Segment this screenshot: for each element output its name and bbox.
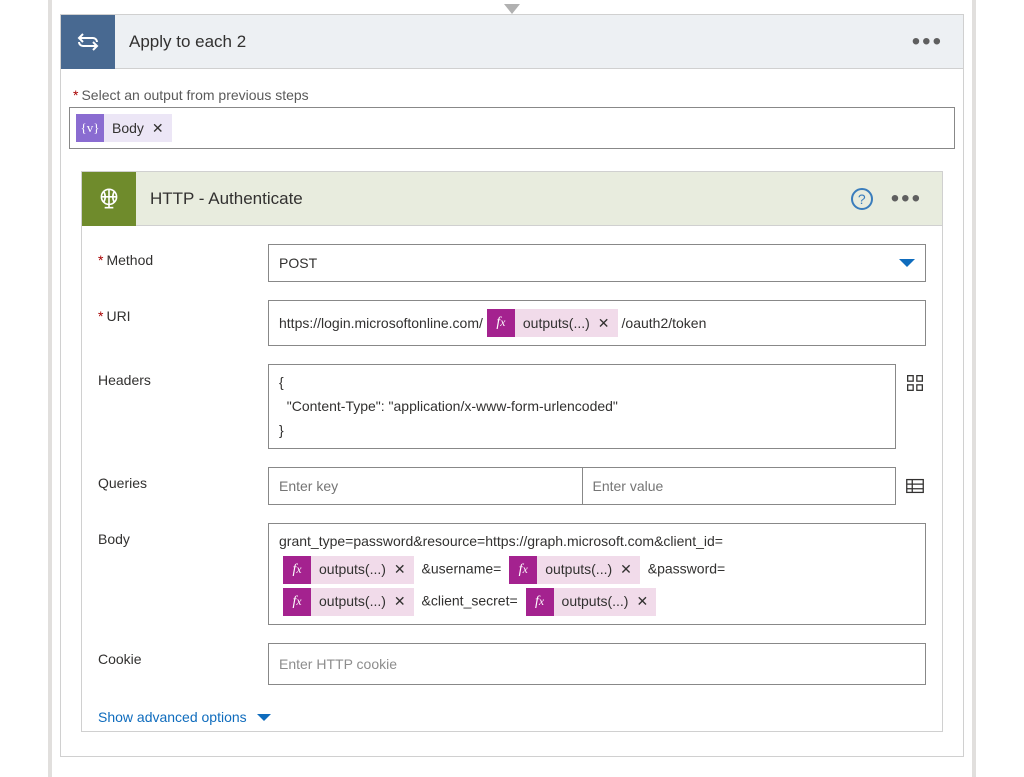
- body-fx-token-username[interactable]: fx outputs(...) ✕: [509, 556, 640, 584]
- headers-input[interactable]: { "Content-Type": "application/x-www-for…: [268, 364, 896, 449]
- http-menu-button[interactable]: •••: [891, 187, 922, 211]
- apply-to-each-card: Apply to each 2 ••• *Select an output fr…: [60, 14, 964, 757]
- fx-remove[interactable]: ✕: [620, 558, 632, 582]
- method-select[interactable]: POST: [268, 244, 926, 282]
- uri-fx-remove[interactable]: ✕: [598, 309, 610, 337]
- fx-icon: fx: [283, 556, 311, 584]
- http-authenticate-header[interactable]: HTTP - Authenticate ? •••: [82, 172, 942, 226]
- dynamic-content-icon: {v}: [76, 114, 104, 142]
- apply-to-each-title: Apply to each 2: [115, 32, 912, 52]
- body-token-label: Body: [112, 120, 144, 136]
- body-seg-username: &username=: [422, 561, 502, 577]
- fx-icon: fx: [509, 556, 537, 584]
- uri-label: *URI: [98, 300, 268, 324]
- queries-value-input[interactable]: [583, 467, 897, 505]
- flow-canvas: Apply to each 2 ••• *Select an output fr…: [0, 0, 1024, 777]
- fx-remove[interactable]: ✕: [394, 558, 406, 582]
- http-authenticate-title: HTTP - Authenticate: [136, 189, 851, 209]
- headers-switch-mode-icon[interactable]: [904, 372, 926, 394]
- http-authenticate-card: HTTP - Authenticate ? ••• *Method POST: [81, 171, 943, 732]
- uri-fx-label: outputs(...): [523, 309, 590, 337]
- method-label: *Method: [98, 244, 268, 268]
- connector-arrow-icon: [504, 4, 520, 14]
- fx-remove[interactable]: ✕: [394, 590, 406, 614]
- body-fx-token-clientid[interactable]: fx outputs(...) ✕: [283, 556, 414, 584]
- cookie-input[interactable]: Enter HTTP cookie: [268, 643, 926, 685]
- uri-suffix-text: /oauth2/token: [622, 309, 707, 337]
- container-border-right: [972, 0, 976, 777]
- body-input[interactable]: grant_type=password&resource=https://gra…: [268, 523, 926, 625]
- select-output-label: *Select an output from previous steps: [69, 87, 955, 103]
- body-label: Body: [98, 523, 268, 547]
- body-fx-token-clientsecret[interactable]: fx outputs(...) ✕: [526, 588, 657, 616]
- headers-text: { "Content-Type": "application/x-www-for…: [279, 371, 885, 442]
- body-fx-token-password[interactable]: fx outputs(...) ✕: [283, 588, 414, 616]
- cookie-label: Cookie: [98, 643, 268, 667]
- uri-input[interactable]: https://login.microsoftonline.com/ fx ou…: [268, 300, 926, 346]
- show-advanced-options-link[interactable]: Show advanced options: [98, 709, 271, 725]
- loop-icon: [61, 15, 115, 69]
- queries-label: Queries: [98, 467, 268, 491]
- queries-switch-mode-icon[interactable]: [904, 475, 926, 497]
- fx-remove[interactable]: ✕: [636, 590, 648, 614]
- help-icon[interactable]: ?: [851, 188, 873, 210]
- fx-icon: fx: [526, 588, 554, 616]
- http-globe-icon: [82, 172, 136, 226]
- apply-to-each-menu-button[interactable]: •••: [912, 30, 943, 54]
- method-value: POST: [279, 255, 317, 271]
- body-token-remove[interactable]: ✕: [152, 120, 164, 137]
- container-border-left: [48, 0, 52, 777]
- apply-to-each-body: *Select an output from previous steps {v…: [61, 69, 963, 756]
- http-authenticate-body: *Method POST *URI htt: [82, 226, 942, 731]
- headers-label: Headers: [98, 364, 268, 388]
- chevron-down-icon: [257, 714, 271, 721]
- fx-icon: fx: [283, 588, 311, 616]
- chevron-down-icon: [899, 259, 915, 267]
- fx-icon: fx: [487, 309, 515, 337]
- uri-prefix-text: https://login.microsoftonline.com/: [279, 309, 483, 337]
- body-seg-clientsecret: &client_secret=: [422, 593, 518, 609]
- body-seg-password: &password=: [648, 561, 725, 577]
- body-text-1: grant_type=password&resource=https://gra…: [279, 533, 723, 549]
- cookie-placeholder: Enter HTTP cookie: [279, 650, 397, 678]
- queries-kv-row: [268, 467, 896, 505]
- uri-fx-token[interactable]: fx outputs(...) ✕: [487, 309, 618, 337]
- queries-key-input[interactable]: [268, 467, 583, 505]
- body-token[interactable]: {v} Body ✕: [76, 114, 172, 142]
- select-output-input[interactable]: {v} Body ✕: [69, 107, 955, 149]
- apply-to-each-header[interactable]: Apply to each 2 •••: [61, 15, 963, 69]
